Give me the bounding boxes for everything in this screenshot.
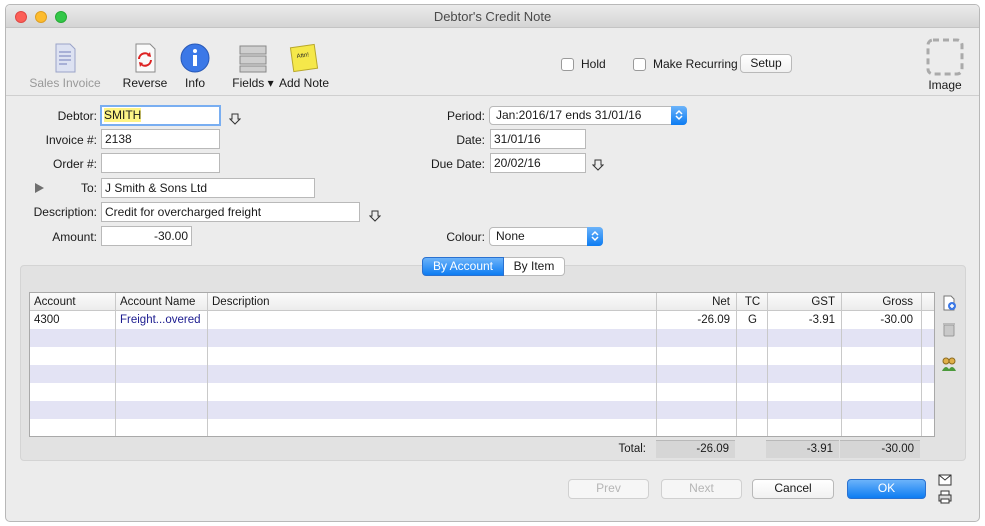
ok-button[interactable]: OK bbox=[847, 479, 926, 499]
tab-by-account[interactable]: By Account bbox=[422, 257, 504, 276]
period-label: Period: bbox=[446, 109, 485, 123]
sales-invoice-label: Sales Invoice bbox=[29, 76, 101, 90]
amount-label: Amount: bbox=[52, 230, 97, 244]
make-recurring-label: Make Recurring bbox=[653, 57, 738, 71]
lines-table[interactable]: Account Account Name Description Net TC … bbox=[29, 292, 935, 437]
image-button[interactable]: Image bbox=[920, 38, 970, 92]
add-line-icon[interactable] bbox=[941, 295, 957, 311]
cancel-button[interactable]: Cancel bbox=[752, 479, 834, 499]
debtor-label: Debtor: bbox=[57, 109, 97, 123]
sales-invoice-button[interactable]: Sales Invoice bbox=[29, 42, 101, 90]
window-title: Debtor's Credit Note bbox=[433, 9, 552, 24]
down-arrow-icon[interactable] bbox=[592, 159, 604, 171]
debtor-field[interactable]: SMITH bbox=[100, 105, 221, 126]
due-date-label: Due Date: bbox=[430, 157, 485, 171]
to-field[interactable]: J Smith & Sons Ltd bbox=[101, 178, 315, 198]
info-icon bbox=[180, 43, 210, 73]
info-label: Info bbox=[184, 76, 205, 90]
description-label: Description: bbox=[33, 205, 97, 219]
order-number-field[interactable] bbox=[101, 153, 220, 173]
hold-checkbox-box[interactable] bbox=[561, 57, 574, 71]
down-arrow-icon[interactable] bbox=[229, 113, 241, 125]
row-account[interactable]: 4300 bbox=[34, 311, 60, 329]
due-date-field[interactable]: 20/02/16 bbox=[490, 153, 586, 173]
column-header-description[interactable]: Description bbox=[212, 293, 270, 311]
popup-arrows-icon bbox=[671, 106, 687, 125]
colour-popup[interactable]: None bbox=[489, 227, 603, 246]
column-header-account-name[interactable]: Account Name bbox=[120, 293, 195, 311]
colour-value: None bbox=[496, 229, 525, 243]
reverse-button[interactable]: Reverse bbox=[120, 42, 170, 90]
column-header-account[interactable]: Account bbox=[34, 293, 76, 311]
date-label: Date: bbox=[456, 133, 485, 147]
amount-field[interactable]: -30.00 bbox=[101, 226, 192, 246]
down-arrow-icon[interactable] bbox=[369, 210, 381, 222]
row-gross[interactable]: -30.00 bbox=[842, 311, 913, 329]
print-icon[interactable] bbox=[938, 490, 952, 504]
colour-label: Colour: bbox=[446, 230, 485, 244]
total-label: Total: bbox=[618, 443, 647, 455]
column-header-gst[interactable]: GST bbox=[768, 293, 835, 311]
credit-note-window: Debtor's Credit Note Sales Invoice Rever… bbox=[5, 4, 980, 522]
invoice-number-field[interactable]: 2138 bbox=[101, 129, 220, 149]
to-label: To: bbox=[80, 181, 97, 195]
next-button[interactable]: Next bbox=[661, 479, 742, 499]
sticky-note-icon: Attn! bbox=[289, 43, 319, 73]
tab-by-item[interactable]: By Item bbox=[504, 257, 565, 276]
row-account-name[interactable]: Freight...overed bbox=[120, 311, 201, 329]
image-placeholder-icon bbox=[926, 38, 964, 76]
trash-icon[interactable] bbox=[941, 321, 957, 337]
email-icon[interactable] bbox=[938, 474, 952, 486]
total-net: -26.09 bbox=[656, 440, 735, 458]
fields-label: Fields bbox=[232, 76, 265, 90]
row-net[interactable]: -26.09 bbox=[657, 311, 730, 329]
total-gross: -30.00 bbox=[840, 440, 920, 458]
total-gst: -3.91 bbox=[766, 440, 839, 458]
image-label: Image bbox=[928, 78, 962, 92]
disclosure-triangle-icon[interactable] bbox=[35, 183, 44, 193]
order-label: Order #: bbox=[52, 157, 97, 171]
add-note-label: Add Note bbox=[278, 76, 330, 90]
row-gst[interactable]: -3.91 bbox=[768, 311, 835, 329]
reverse-label: Reverse bbox=[122, 76, 168, 90]
make-recurring-checkbox[interactable]: Make Recurring bbox=[633, 57, 738, 71]
prev-button[interactable]: Prev bbox=[568, 479, 649, 499]
hold-checkbox[interactable]: Hold bbox=[561, 57, 606, 71]
chevron-down-icon: ▾ bbox=[267, 76, 274, 90]
popup-arrows-icon bbox=[587, 227, 603, 246]
setup-button[interactable]: Setup bbox=[740, 54, 792, 73]
fields-icon bbox=[239, 45, 267, 73]
invoice-label: Invoice #: bbox=[45, 133, 97, 147]
title-bar[interactable]: Debtor's Credit Note bbox=[6, 5, 979, 28]
date-field[interactable]: 31/01/16 bbox=[490, 129, 586, 149]
add-note-button[interactable]: Attn! Add Note bbox=[278, 42, 330, 90]
make-recurring-checkbox-box[interactable] bbox=[633, 57, 646, 71]
row-tc[interactable]: G bbox=[737, 311, 768, 329]
people-icon[interactable] bbox=[941, 356, 957, 372]
reverse-icon bbox=[135, 43, 156, 73]
column-header-gross[interactable]: Gross bbox=[842, 293, 913, 311]
sales-invoice-icon bbox=[55, 43, 76, 73]
period-value: Jan:2016/17 ends 31/01/16 bbox=[496, 108, 642, 122]
info-button[interactable]: Info bbox=[177, 42, 213, 90]
fields-button[interactable]: Fields ▾ bbox=[230, 42, 276, 90]
description-field[interactable]: Credit for overcharged freight bbox=[101, 202, 360, 222]
column-header-net[interactable]: Net bbox=[657, 293, 730, 311]
period-popup[interactable]: Jan:2016/17 ends 31/01/16 bbox=[489, 106, 687, 125]
debtor-field-value: SMITH bbox=[104, 108, 142, 122]
column-header-tc[interactable]: TC bbox=[737, 293, 768, 311]
toolbar: Sales Invoice Reverse Info Fields ▾ Attn… bbox=[6, 28, 979, 96]
hold-label: Hold bbox=[581, 57, 606, 71]
column-divider bbox=[208, 293, 657, 436]
